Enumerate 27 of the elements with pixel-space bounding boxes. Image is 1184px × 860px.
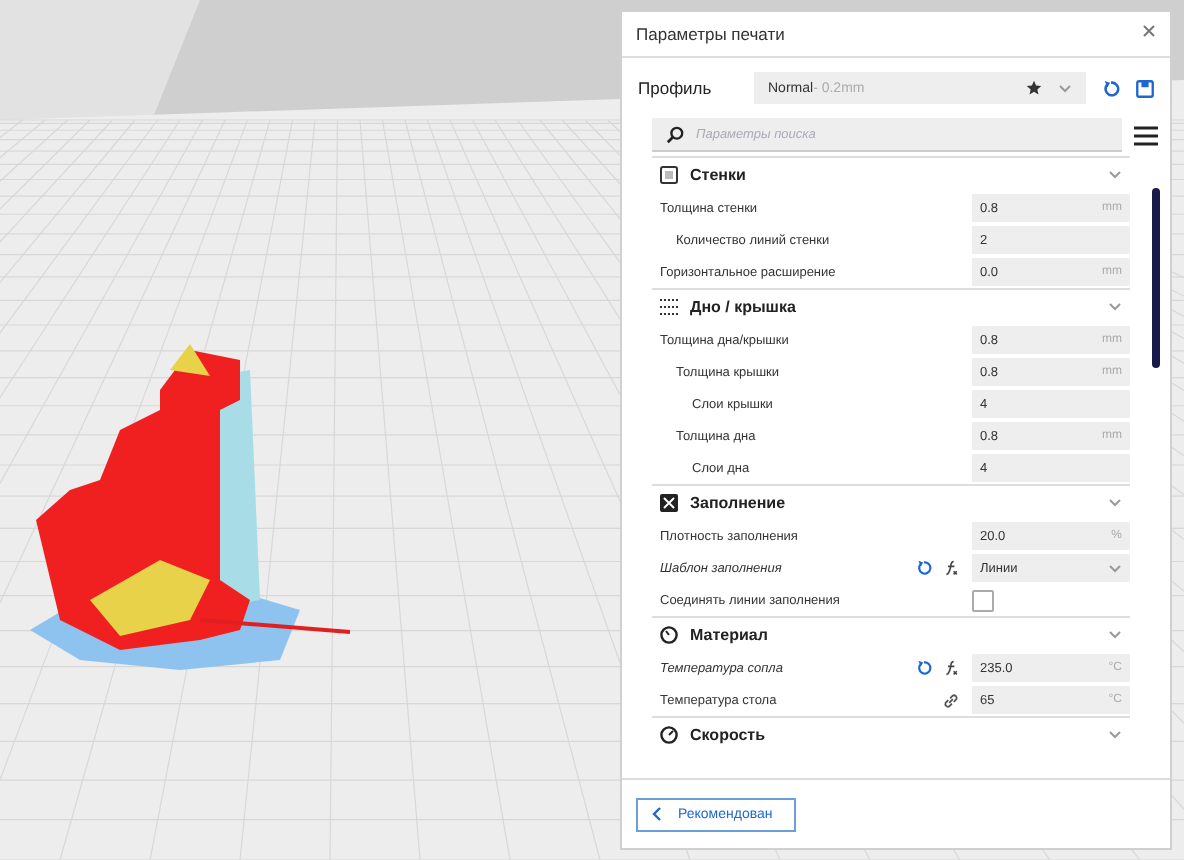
- star-icon: [1026, 80, 1042, 96]
- link-icon[interactable]: [942, 691, 960, 709]
- chevron-down-icon: [1108, 170, 1122, 180]
- reset-icon[interactable]: [916, 660, 932, 676]
- profile-label: Профиль: [638, 78, 714, 98]
- gauge-icon: [660, 626, 678, 644]
- reset-icon[interactable]: [916, 560, 932, 576]
- panel-title: Параметры печати: [636, 24, 785, 44]
- chevron-down-icon: [1108, 730, 1122, 740]
- chevron-down-icon: [1108, 630, 1122, 640]
- function-icon[interactable]: [944, 660, 960, 676]
- chevron-down-icon: [1108, 563, 1122, 573]
- search-icon: [666, 126, 684, 144]
- function-icon[interactable]: [944, 560, 960, 576]
- grid-square-icon: [660, 166, 678, 184]
- chevron-down-icon: [1108, 302, 1122, 312]
- checkbox[interactable]: [972, 589, 994, 611]
- chevron-left-icon: [652, 806, 662, 822]
- scrollbar-thumb[interactable]: [1152, 188, 1160, 368]
- infill-pattern-icon: [660, 494, 678, 512]
- chevron-down-icon: [1108, 498, 1122, 508]
- save-icon[interactable]: [1136, 79, 1154, 97]
- reset-icon[interactable]: [1102, 79, 1120, 97]
- speedometer-icon: [660, 726, 678, 744]
- chevron-down-icon: [1058, 83, 1072, 93]
- layers-icon: [660, 298, 678, 316]
- menu-icon[interactable]: [1134, 125, 1158, 145]
